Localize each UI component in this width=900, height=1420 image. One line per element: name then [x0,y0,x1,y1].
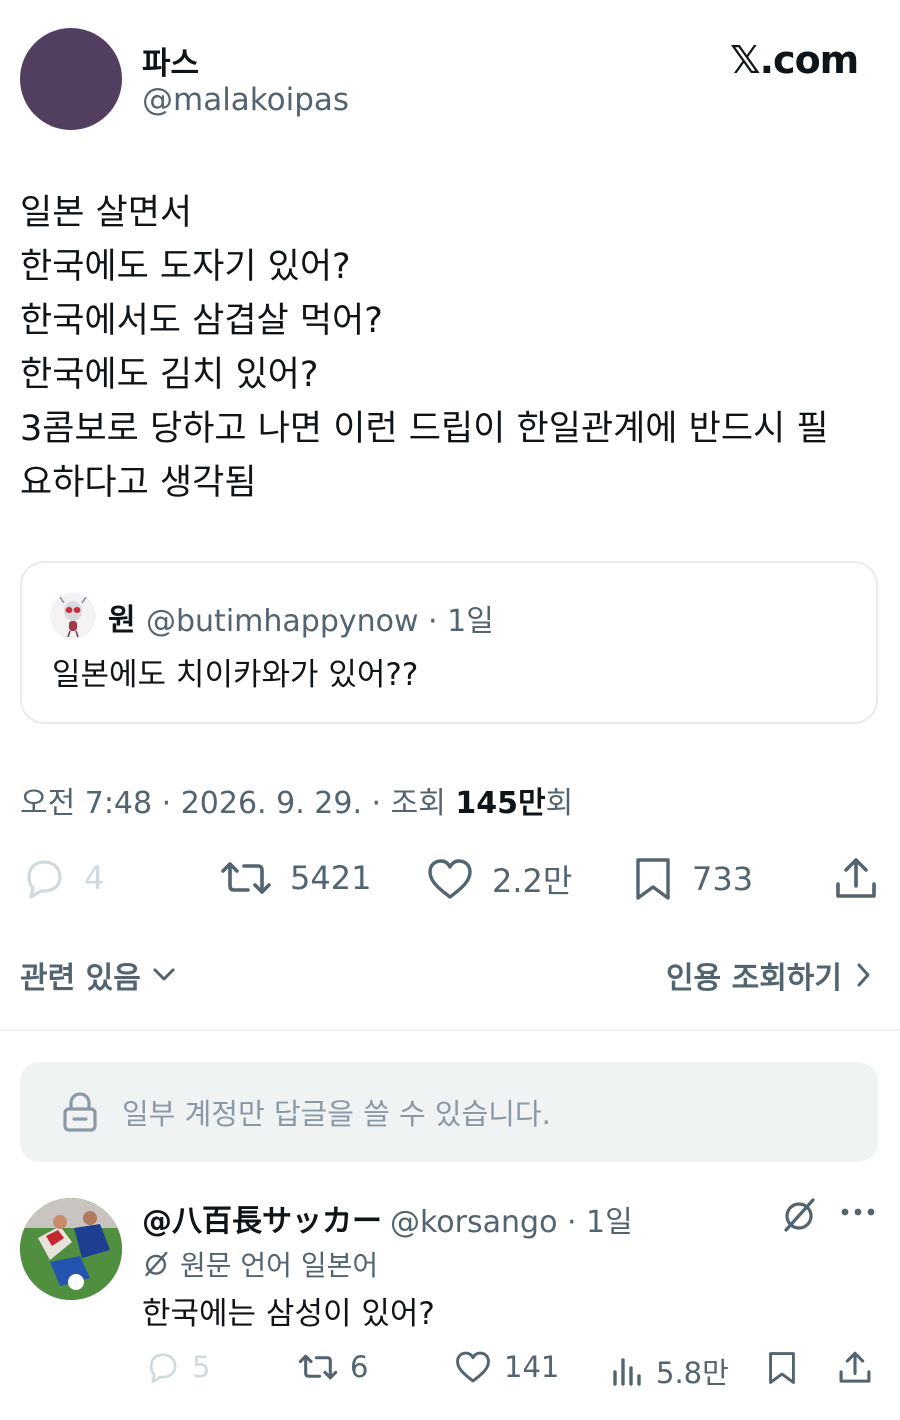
reply-views-button[interactable]: 5.8만 [610,1350,729,1392]
reply-icon [27,860,62,899]
quoted-tweet[interactable]: 원 @butimhappynow · 1일 일본에도 치이카와가 있어?? [20,561,878,724]
tweet-page: 파스 @malakoipas 𝕏.com 일본 살면서 한국에도 도자기 있어?… [0,0,900,1420]
view-count: 145만 [455,786,546,821]
reply-bookmark-button[interactable] [766,1350,798,1386]
restricted-text: 일부 계정만 답글을 쓸 수 있습니다. [122,1097,551,1131]
bookmark-button[interactable]: 733 [632,856,753,902]
more-dots-icon [841,1208,875,1216]
reply-text: 한국에는 삼성이 있어? [142,1296,435,1332]
retweet-icon [298,1354,338,1380]
retweet-icon [221,862,271,894]
translate-slash-icon [145,1251,168,1277]
lock-icon [63,1092,97,1132]
reply-avatar[interactable] [20,1198,122,1300]
bookmark-count: 733 [692,860,754,898]
quote-avatar [50,593,96,639]
reply-language: 원문 언어 일본어 [180,1249,379,1282]
tweet-line: 한국에서도 삼겹살 먹어? [20,301,383,341]
bookmark-icon [636,858,670,900]
soccer-photo-avatar [20,1198,122,1300]
timestamp: 오전 7:48 · 2026. 9. 29. · 조회 [20,786,456,821]
like-count: 2.2만 [492,862,573,900]
reply-translation-note[interactable]: 원문 언어 일본어 [142,1244,378,1284]
author-handle[interactable]: @malakoipas [142,82,349,118]
more-options-button[interactable] [840,1204,876,1224]
analytics-bars-icon [613,1358,641,1386]
share-icon [839,1351,871,1383]
quote-author-meta: @butimhappynow · 1일 [146,604,494,639]
view-quotes-link[interactable]: 인용 조회하기 [666,953,872,997]
heart-icon [428,859,472,899]
reply-like-button[interactable]: 141 [454,1350,559,1384]
tweet-line: 3콤보로 당하고 나면 이런 드립이 한일관계에 반드시 필 [20,409,829,449]
reply-restricted-notice: 일부 계정만 답글을 쓸 수 있습니다. [20,1062,878,1162]
tweet-text: 일본 살면서 한국에도 도자기 있어? 한국에서도 삼겹살 먹어? 한국에도 김… [20,186,880,510]
tweet-timestamp-views: 오전 7:48 · 2026. 9. 29. · 조회 145만회 [20,778,573,822]
reply-reply-count: 5 [192,1350,211,1384]
related-sort-dropdown[interactable]: 관련 있음 [20,953,177,997]
like-button[interactable]: 2.2만 [426,856,572,902]
chevron-down-icon [153,968,175,981]
x-logo: 𝕏.com [730,38,859,82]
retweet-button[interactable]: 5421 [220,856,371,900]
tweet-line: 한국에도 도자기 있어? [20,247,351,287]
quote-text: 일본에도 치이카와가 있어?? [52,657,419,693]
share-icon [836,858,876,898]
alien-avatar-icon [50,593,96,639]
share-button[interactable] [834,856,878,902]
translate-slash-icon [784,1198,815,1232]
reply-retweet-button[interactable]: 6 [298,1350,368,1384]
quote-author-name[interactable]: 원 [108,595,136,639]
view-suffix: 회 [545,786,574,821]
tweet-line: 한국에도 김치 있어? [20,355,319,395]
section-divider [0,1029,900,1031]
reply-like-count: 141 [504,1350,560,1384]
heart-icon [456,1351,490,1383]
reply-view-count: 5.8만 [656,1356,729,1390]
reply-reply-button[interactable]: 5 [144,1350,210,1384]
bookmark-icon [769,1352,795,1384]
reply-button[interactable]: 4 [20,856,104,900]
reply-icon [149,1353,177,1383]
author-name[interactable]: 파스 [142,38,199,83]
tweet-line: 일본 살면서 [20,193,193,233]
reply-count: 4 [84,859,105,897]
chevron-right-icon [857,963,870,987]
author-avatar[interactable] [20,28,122,130]
view-quotes-label: 인용 조회하기 [665,961,842,996]
reply-retweet-count: 6 [350,1350,369,1384]
grok-translate-button[interactable] [780,1196,818,1238]
reply-share-button[interactable] [838,1350,872,1386]
reply-author-name[interactable]: @八百長サッカー [142,1196,382,1240]
retweet-count: 5421 [290,859,372,897]
tweet-line: 요하다고 생각됨 [20,463,257,503]
reply-author-meta: @korsango · 1일 [390,1205,633,1240]
related-label: 관련 있음 [20,961,141,996]
